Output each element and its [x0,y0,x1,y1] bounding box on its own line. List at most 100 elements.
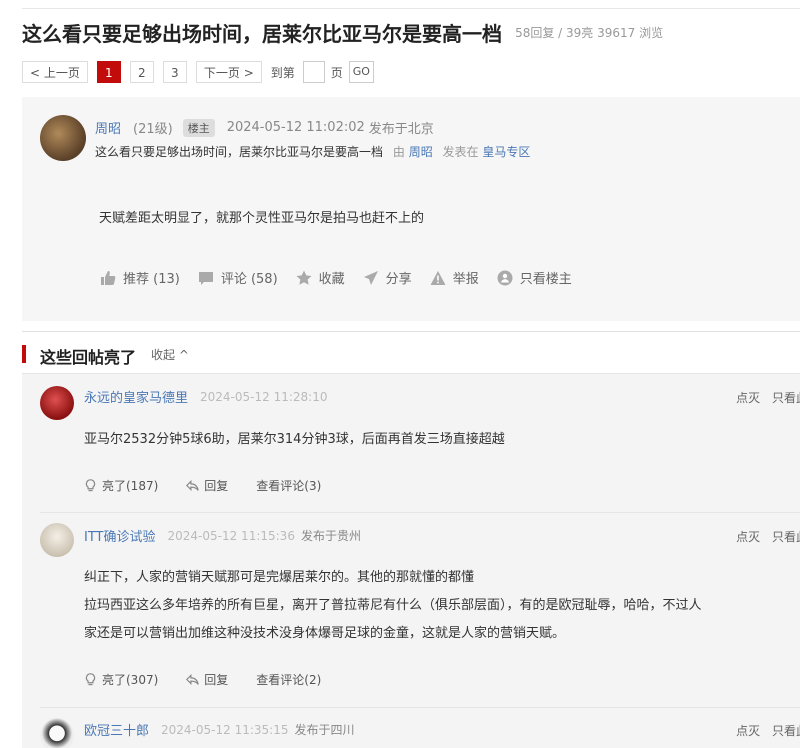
reply-body: 亚马尔2532分钟5球6助，居莱尔314分钟3球，后面再首发三场直接超越 [84,426,505,454]
prev-page-button[interactable]: < 上一页 [22,61,88,83]
reply-right-actions: 点灭 只看此 [736,528,800,545]
reply-line: 纠正下，人家的营销天赋那可是完爆居莱尔的。其他的那就懂的都懂 [84,570,475,585]
op-actions: 推荐 (13) 评论 (58) 收藏 分享 举报 只看楼主 [100,268,590,287]
reply-actions: 亮了(307) 回复 查看评论(2) [84,671,349,688]
op-by: 由 [392,145,405,159]
reply-right-actions: 点灭 只看此 [736,389,800,406]
reply-location: 发布于四川 [294,723,355,737]
reply-label: 回复 [204,673,229,687]
comment-label: 评论 (58) [220,272,278,287]
reply-location: 发布于贵州 [300,529,361,543]
op-username[interactable]: 周昭 [95,118,121,137]
page-number-input[interactable] [302,61,325,83]
only-see-button[interactable]: 只看此 [772,724,800,738]
view-comments-button[interactable]: 查看评论(2) [256,671,321,688]
op-meta: 周昭 (21级) 楼主 2024-05-12 11:02:02 发布于北京 [95,118,434,137]
reply-username[interactable]: 欧冠三十郎 [84,720,149,739]
reply-label: 回复 [204,479,229,493]
op-only-icon [497,270,513,285]
reply-body: 纠正下，人家的营销天赋那可是完爆居莱尔的。其他的那就懂的都懂 拉玛西亚这么多年培… [84,564,702,648]
reply-datetime: 2024-05-12 11:15:36 [167,528,295,543]
share-label: 分享 [385,272,412,287]
go-button[interactable]: GO [348,61,374,83]
op-avatar[interactable] [40,115,86,161]
reply-line: 拉玛西亚这么多年培养的所有巨星，离开了普拉蒂尼有什么（俱乐部层面），有的是欧冠耻… [84,598,702,613]
reply-username[interactable]: ITT确诊试验 [84,526,156,545]
op-posted-in: 发表在 [442,145,479,159]
page-1-button[interactable]: 1 [96,61,121,83]
page-3-button[interactable]: 3 [162,61,187,83]
reply-item: 欧冠三十郎 2024-05-12 11:35:15 发布于四川 点灭 只看此 [22,708,800,748]
reply-meta: 欧冠三十郎 2024-05-12 11:35:15 发布于四川 [84,720,355,740]
comment-icon [198,271,213,285]
op-badge: 楼主 [182,118,215,137]
dislike-button[interactable]: 点灭 [736,391,760,405]
star-icon [296,270,312,285]
goto-prefix: 到第 [270,65,295,80]
reply-icon [186,479,200,492]
original-post: 周昭 (21级) 楼主 2024-05-12 11:02:02 发布于北京 这么… [22,97,800,321]
page-2-button[interactable]: 2 [129,61,154,83]
reply-avatar[interactable] [40,386,74,420]
op-location: 发布于北京 [368,122,434,137]
op-board-link[interactable]: 皇马专区 [482,145,530,159]
thread-title: 这么看只要足够出场时间，居莱尔比亚马尔是要高一档 [22,22,502,46]
only-op-button[interactable]: 只看楼主 [497,268,572,287]
warning-icon [430,270,446,285]
op-datetime: 2024-05-12 11:02:02 [226,120,365,135]
next-page-button[interactable]: 下一页 > [195,61,262,83]
light-button[interactable]: 亮了(307) [84,671,158,688]
reply-actions: 亮了(187) 回复 查看评论(3) [84,477,349,494]
only-see-button[interactable]: 只看此 [772,530,800,544]
dislike-button[interactable]: 点灭 [736,530,760,544]
hot-replies-title: 这些回帖亮了 [40,348,137,367]
recommend-button[interactable]: 推荐 (13) [100,268,180,287]
thumbs-up-icon [101,270,116,285]
top-divider [22,8,800,9]
report-button[interactable]: 举报 [430,268,479,287]
light-button[interactable]: 亮了(187) [84,477,158,494]
reply-username[interactable]: 永远的皇家马德里 [84,387,188,406]
light-count: 亮了(187) [102,479,159,493]
reply-line: 亚马尔2532分钟5球6助，居莱尔314分钟3球，后面再首发三场直接超越 [84,432,505,447]
share-button[interactable]: 分享 [363,268,412,287]
view-comments-button[interactable]: 查看评论(3) [256,477,321,494]
only-op-label: 只看楼主 [519,272,572,287]
reply-button[interactable]: 回复 [186,671,228,688]
only-see-button[interactable]: 只看此 [772,391,800,405]
reply-item: 永远的皇家马德里 2024-05-12 11:28:10 点灭 只看此 亚马尔2… [22,374,800,511]
reply-datetime: 2024-05-12 11:28:10 [200,389,328,404]
reply-right-actions: 点灭 只看此 [736,722,800,739]
reply-button[interactable]: 回复 [186,477,228,494]
thread-header: 这么看只要足够出场时间，居莱尔比亚马尔是要高一档 58回复 / 39亮 3961… [22,18,663,47]
hot-replies-header: 这些回帖亮了 收起 ^ [22,332,800,374]
hot-replies-accent-bar [22,345,26,363]
favorite-label: 收藏 [318,272,345,287]
light-icon [85,479,96,492]
comment-button[interactable]: 评论 (58) [198,268,278,287]
reply-datetime: 2024-05-12 11:35:15 [161,722,289,737]
hot-replies-section: 这些回帖亮了 收起 ^ 永远的皇家马德里 2024-05-12 11:28:10… [22,331,800,748]
reply-meta: ITT确诊试验 2024-05-12 11:15:36 发布于贵州 [84,526,361,546]
pagination: < 上一页 1 2 3 下一页 > 到第 页 GO [22,61,374,83]
op-subtitle: 这么看只要足够出场时间，居莱尔比亚马尔是要高一档 [95,145,384,159]
goto-suffix: 页 [330,65,343,80]
dislike-button[interactable]: 点灭 [736,724,760,738]
thread-stats: 58回复 / 39亮 39617 浏览 [515,26,664,40]
reply-meta: 永远的皇家马德里 2024-05-12 11:28:10 [84,387,328,407]
reply-avatar[interactable] [40,718,74,748]
report-label: 举报 [452,272,479,287]
light-icon [85,673,96,686]
recommend-label: 推荐 (13) [123,272,180,287]
op-subtitle-row: 这么看只要足够出场时间，居莱尔比亚马尔是要高一档 由 周昭 发表在 皇马专区 [95,143,530,160]
op-by-user[interactable]: 周昭 [409,145,433,159]
share-icon [363,270,378,285]
op-level: (21级) [133,122,173,137]
light-count: 亮了(307) [102,673,159,687]
reply-line: 家还是可以营销出加维这种没技术没身体爆哥足球的金童，这就是人家的营销天赋。 [84,626,566,641]
collapse-button[interactable]: 收起 ^ [151,346,189,363]
favorite-button[interactable]: 收藏 [296,268,345,287]
reply-icon [186,673,200,686]
reply-avatar[interactable] [40,523,74,557]
reply-item: ITT确诊试验 2024-05-12 11:15:36 发布于贵州 点灭 只看此… [22,513,800,708]
